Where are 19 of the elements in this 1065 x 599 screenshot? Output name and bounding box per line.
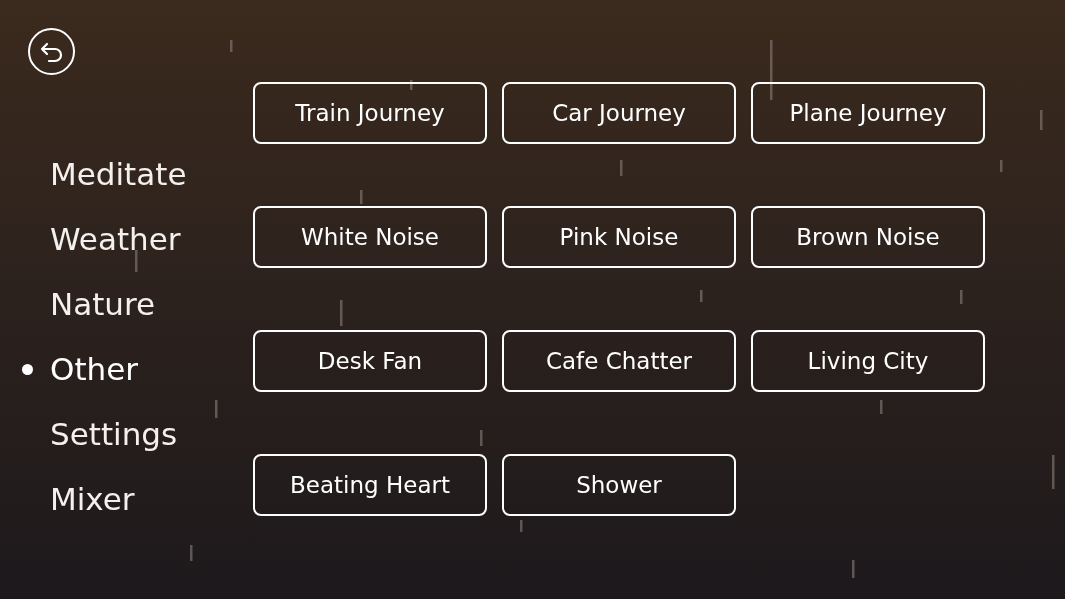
nav-item[interactable]: Other: [50, 346, 139, 393]
sound-button[interactable]: Pink Noise: [502, 206, 736, 268]
nav-item[interactable]: Mixer: [50, 476, 135, 523]
sound-button[interactable]: Beating Heart: [253, 454, 487, 516]
sound-button[interactable]: Train Journey: [253, 82, 487, 144]
sound-button[interactable]: Cafe Chatter: [502, 330, 736, 392]
back-arrow-icon: [38, 40, 65, 63]
back-button[interactable]: [28, 28, 75, 75]
sound-button[interactable]: Living City: [751, 330, 985, 392]
sound-button[interactable]: Brown Noise: [751, 206, 985, 268]
nav-item[interactable]: Settings: [50, 411, 178, 458]
sound-button[interactable]: White Noise: [253, 206, 487, 268]
nav-item[interactable]: Meditate: [50, 151, 187, 198]
sound-button[interactable]: Desk Fan: [253, 330, 487, 392]
sound-button[interactable]: Plane Journey: [751, 82, 985, 144]
sound-button[interactable]: Car Journey: [502, 82, 736, 144]
nav-item[interactable]: Nature: [50, 281, 156, 328]
sound-button[interactable]: Shower: [502, 454, 736, 516]
nav-item[interactable]: Weather: [50, 216, 181, 263]
